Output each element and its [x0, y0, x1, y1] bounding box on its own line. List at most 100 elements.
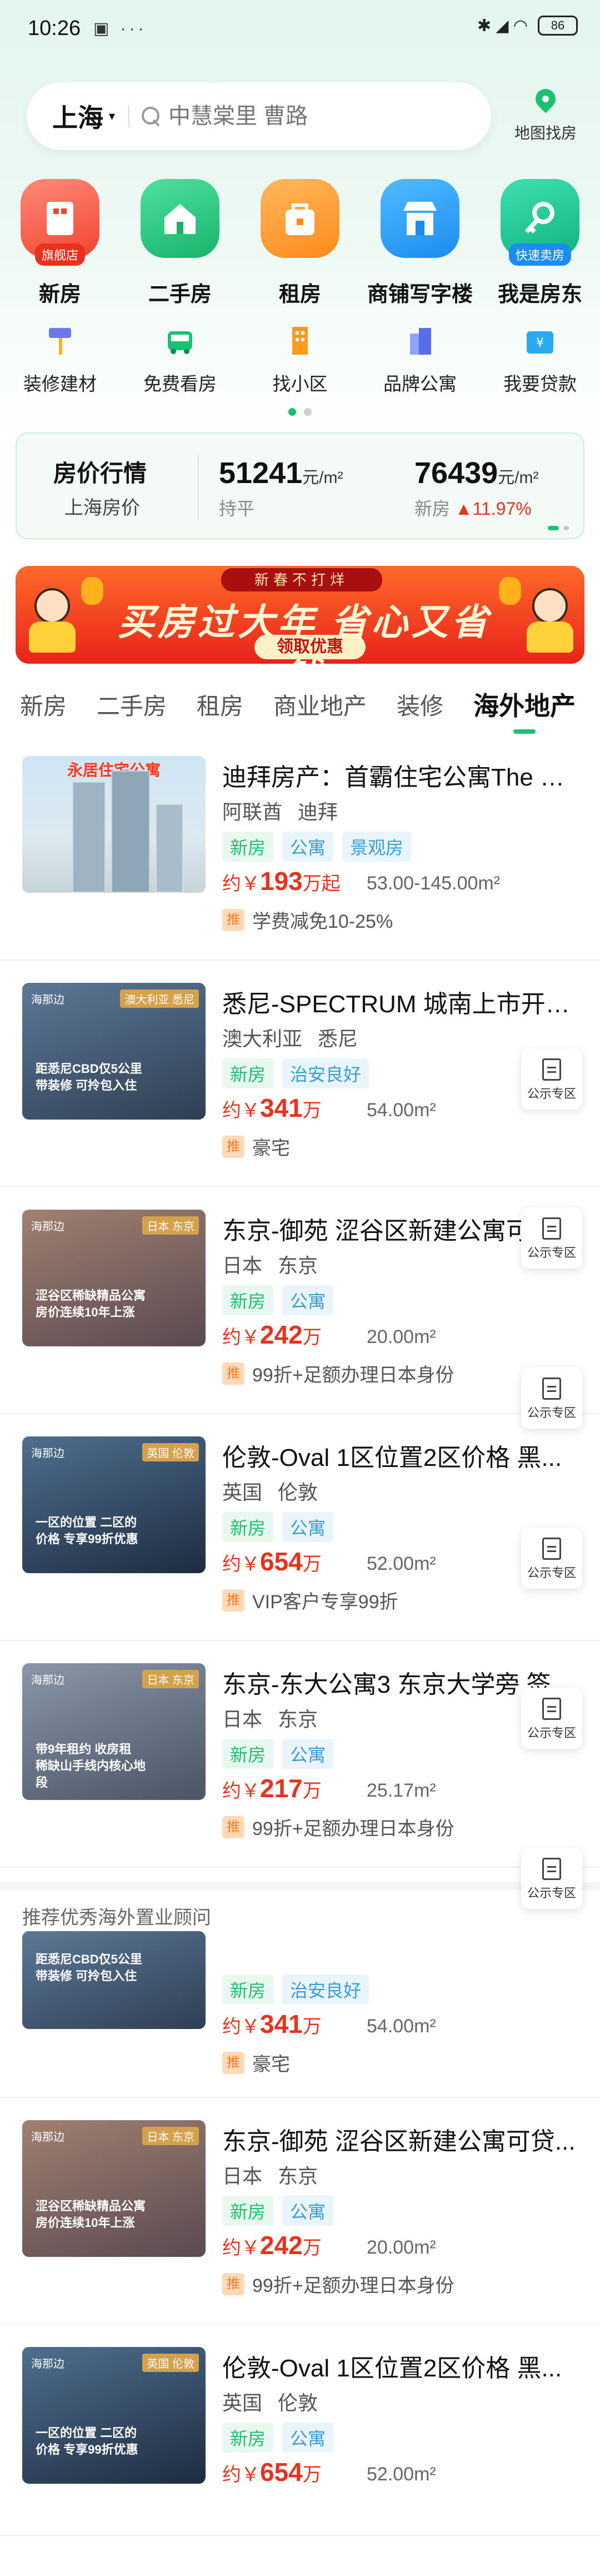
listing-recommendation: 推 99折+足额办理日本身份 [222, 1360, 454, 1387]
sub-category-brand-apartment[interactable]: 品牌公寓 [360, 321, 480, 396]
public-area-button[interactable]: 公示专区 [521, 1048, 582, 1110]
public-area-label: 公示专区 [527, 1246, 576, 1260]
listing-country: 日本 [222, 1254, 263, 1277]
public-area-button[interactable]: 公示专区 [521, 1367, 582, 1429]
listing-card[interactable]: 海那边 日本 东京 涩谷区稀缺精品公寓 房价连续10年上涨 东京-御苑 涩谷区新… [0, 2098, 600, 2325]
search-icon [142, 107, 161, 126]
public-area-button[interactable]: 公示专区 [521, 1528, 582, 1589]
listing-area: 25.17m² [367, 1780, 436, 1801]
public-area-button[interactable]: 公示专区 [521, 1207, 582, 1269]
new-house-price-value: 76439元/m² [414, 456, 539, 490]
map-pin-icon [533, 89, 558, 113]
price-prefix: 约￥ [222, 1781, 260, 1802]
category-second-hand[interactable]: 二手房 [120, 179, 240, 307]
listing-title: 悉尼-SPECTRUM 城南上市开发... [222, 991, 578, 1018]
sub-category-community[interactable]: 找小区 [240, 321, 360, 396]
listing-title: 伦敦-Oval 1区位置2区价格 黑... [222, 1444, 562, 1471]
thumbnail-location: 英国 伦敦 [142, 1443, 199, 1461]
sub-category-loan[interactable]: ¥ 我要贷款 [480, 321, 600, 396]
listing-card[interactable]: 海那边 日本 东京 涩谷区稀缺精品公寓 房价连续10年上涨 东京-御苑 涩谷区新… [0, 1187, 600, 1414]
listing-country: 日本 [222, 2165, 263, 2187]
listing-card[interactable]: 永居住宅公寓 迪拜房产：首霸住宅公寓The C... 阿联酋迪拜 新房 公寓 景… [0, 734, 600, 961]
notification-icons: ▣ ··· [93, 19, 147, 38]
document-icon [542, 1698, 561, 1720]
document-icon [542, 1538, 561, 1560]
listing-tag: 新房 [222, 2196, 274, 2226]
search-divider [128, 105, 130, 127]
listing-city: 伦敦 [278, 1481, 318, 1504]
listing-price: 约￥341万 [222, 2009, 322, 2039]
new-house-trend: 新房 ▲11.97% [414, 495, 532, 520]
listing-thumbnail: 海那边 澳大利亚 悉尼 距悉尼CBD仅5公里 带装修 可拎包入住 [22, 983, 206, 1120]
listing-card[interactable]: 海那边 日本 东京 带9年租约 收房租 稀缺山手线内核心地段 东京-东大公寓3 … [0, 1641, 600, 1868]
listing-tag: 公寓 [282, 2423, 334, 2453]
price-prefix: 约￥ [222, 2237, 260, 2259]
listing-card[interactable]: 海那边 英国 伦敦 一区的位置 二区的价格 专享99折优惠 伦敦-Oval 1区… [0, 1414, 600, 1641]
svg-text:¥: ¥ [536, 336, 544, 350]
recommend-text: 豪宅 [252, 1138, 290, 1159]
listing-thumbnail: 海那边 日本 东京 涩谷区稀缺精品公寓 房价连续10年上涨 [22, 2120, 206, 2257]
price-unit: 元/m² [498, 469, 539, 487]
price-change: ▲11.97% [454, 499, 532, 519]
search-input[interactable] [168, 103, 480, 129]
public-area-button[interactable]: 公示专区 [521, 1848, 582, 1909]
tab-commercial[interactable]: 商业地产 [273, 688, 367, 722]
price-prefix: 约￥ [222, 1554, 260, 1575]
price-prefix: 约￥ [222, 1100, 260, 1121]
tab-decoration[interactable]: 装修 [397, 688, 443, 722]
lantern-icon [499, 577, 521, 605]
sub-category-label: 品牌公寓 [383, 374, 457, 394]
listing-thumbnail: 海那边 英国 伦敦 一区的位置 二区的价格 专享99折优惠 [22, 1436, 206, 1573]
new-house-label: 新房 [414, 499, 451, 519]
tab-second-hand[interactable]: 二手房 [97, 688, 167, 722]
tab-overseas[interactable]: 海外地产 [473, 686, 576, 723]
city-selector[interactable]: 上海 [52, 98, 103, 135]
price-value: 341 [260, 2010, 303, 2038]
category-commercial[interactable]: 商铺写字楼 [360, 179, 480, 307]
listing-thumbnail: 海那边 日本 东京 涩谷区稀缺精品公寓 房价连续10年上涨 [22, 1210, 206, 1346]
listing-card[interactable]: 海那边 澳大利亚 悉尼 距悉尼CBD仅5公里 带装修 可拎包入住 悉尼-SPEC… [0, 961, 600, 1187]
sub-category-decoration[interactable]: 装修建材 [0, 321, 120, 396]
listing-tags: 新房 公寓 [222, 2196, 334, 2226]
claim-offer-button[interactable]: 领取优惠 [254, 635, 366, 659]
thumbnail-brand: 海那边 [31, 2131, 64, 2144]
building-icon: 旗舰店 [21, 179, 99, 266]
listing-country: 英国 [222, 2391, 263, 2414]
listing-price: 约￥654万 [222, 1546, 322, 1577]
price-card-title: 房价行情 [53, 460, 147, 486]
category-landlord[interactable]: 快速卖房 我是房东 [480, 179, 600, 307]
map-find-label: 地图找房 [514, 125, 577, 142]
category-label: 新房 [38, 283, 81, 306]
listing-card[interactable]: 海那边 英国 伦敦 一区的位置 二区的价格 专享99折优惠 伦敦-Oval 1区… [0, 2325, 600, 2535]
promo-banner[interactable]: 新春不打烊 买房过大年 省心又省钱 领取优惠 [16, 566, 584, 664]
tab-new-house[interactable]: 新房 [20, 688, 67, 722]
status-time: 10:26 [28, 17, 81, 40]
chevron-down-icon: ▾ [109, 109, 116, 123]
thumbnail-caption: 一区的位置 二区的价格 专享99折优惠 [36, 2426, 138, 2456]
listing-area: 54.00m² [367, 2016, 436, 2037]
public-area-label: 公示专区 [527, 1886, 576, 1900]
search-bar[interactable]: 上海 ▾ [27, 82, 491, 150]
mascot-right-image [521, 588, 577, 655]
quick-sell-badge: 快速卖房 [508, 243, 572, 266]
price-prefix: 约￥ [222, 873, 260, 894]
thumbnail-brand: 海那边 [31, 1221, 64, 1233]
listing-recommendation: 推 VIP客户专享99折 [222, 1587, 398, 1614]
category-rent[interactable]: 租房 [240, 179, 360, 307]
listing-tag: 景观房 [342, 832, 412, 862]
map-find-button[interactable]: 地图找房 [512, 89, 579, 143]
listing-tag: 新房 [222, 832, 274, 862]
listing-recommendation: 推 学费减免10-25% [222, 906, 393, 933]
category-new-house[interactable]: 旗舰店 新房 [0, 179, 120, 307]
price-trend-card[interactable]: 房价行情 上海房价 51241元/m² 持平 76439元/m² 新房 ▲11.… [16, 432, 584, 539]
listing-tag: 新房 [222, 1058, 274, 1088]
tab-rent[interactable]: 租房 [197, 688, 243, 722]
price-suffix: 万起 [302, 873, 341, 894]
thumbnail-caption: 涩谷区稀缺精品公寓 房价连续10年上涨 [36, 2199, 146, 2230]
listing-card[interactable]: 距悉尼CBD仅5公里 带装修 可拎包入住 新房 治安良好 约￥341万 54.0… [0, 1931, 600, 2098]
public-area-button[interactable]: 公示专区 [521, 1688, 582, 1749]
recommend-badge-icon: 推 [222, 1135, 244, 1158]
listing-city: 迪拜 [298, 800, 338, 823]
sub-category-free-viewing[interactable]: 免费看房 [120, 321, 240, 396]
recommend-text: 99折+足额办理日本身份 [252, 2275, 454, 2296]
